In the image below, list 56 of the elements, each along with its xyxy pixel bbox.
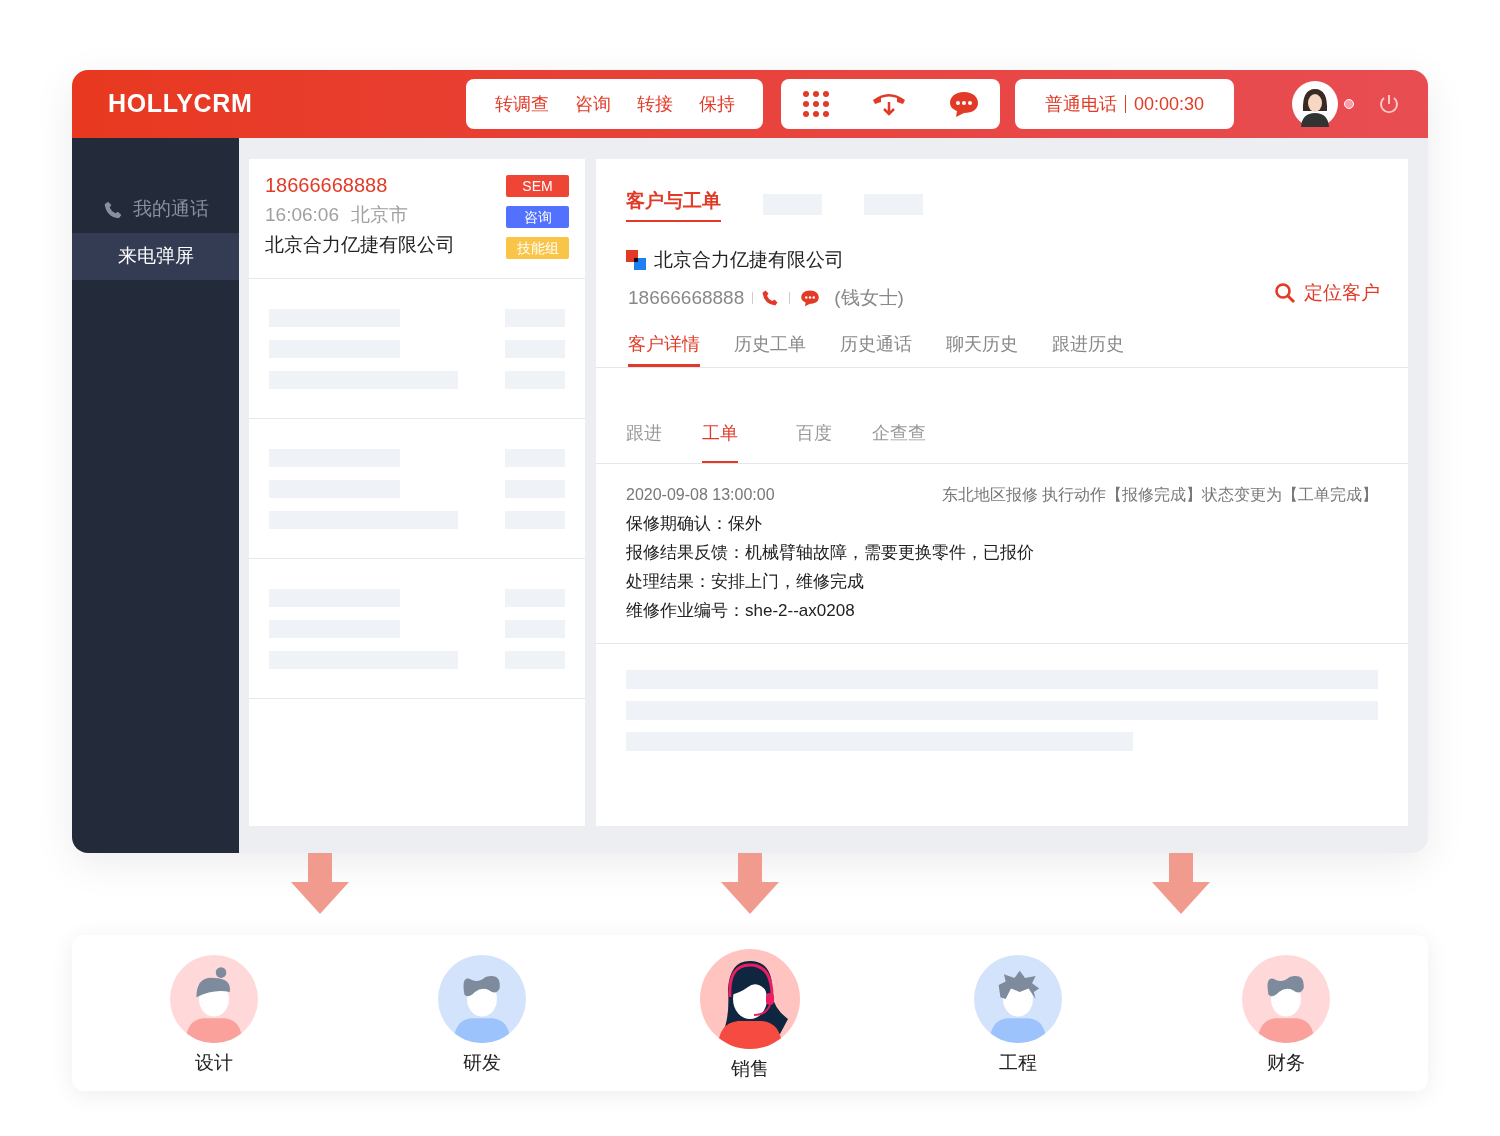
sidebar-item[interactable]: 来电弹屏 <box>72 233 239 280</box>
department-label: 研发 <box>463 1051 501 1075</box>
company-name: 北京合力亿捷有限公司 <box>265 233 455 257</box>
chat-bubble-icon[interactable] <box>800 289 821 308</box>
sub-tab[interactable]: 工单 <box>702 419 738 463</box>
avatar-icon[interactable] <box>1292 81 1338 127</box>
call-card[interactable]: 18666668888 16:06:06 北京市 北京合力亿捷有限公司 SEM 咨询 技能组 <box>249 159 585 279</box>
sidebar-label: 来电弹屏 <box>117 244 194 269</box>
call-action-button[interactable]: 转接 <box>636 90 673 118</box>
call-action-button[interactable]: 保持 <box>698 90 735 118</box>
city: 北京市 <box>350 203 408 227</box>
chat-bubble-icon[interactable] <box>947 90 980 118</box>
call-timer: 00:00:30 <box>1133 92 1205 116</box>
detail-tab[interactable]: 历史工单 <box>734 330 806 367</box>
sub-tab[interactable]: 企查查 <box>872 419 926 463</box>
phone-number: 18666668888 <box>265 173 389 197</box>
department-label: 财务 <box>1267 1051 1305 1075</box>
search-icon <box>1274 282 1296 305</box>
down-arrow-icon <box>721 853 779 914</box>
record-event: 东北地区报修 执行动作【报修完成】状态变更为【工单完成】 <box>941 484 1378 505</box>
down-arrow-icon <box>291 853 349 914</box>
detail-tab[interactable]: 聊天历史 <box>946 330 1018 367</box>
dialpad-icon[interactable] <box>801 90 830 118</box>
call-action-button[interactable]: 转调查 <box>494 90 549 118</box>
tag: 咨询 <box>506 206 569 228</box>
panel-tab[interactable]: 客户与工单 <box>626 187 721 222</box>
department-label: 设计 <box>195 1051 233 1075</box>
sidebar-item[interactable]: 我的通话 <box>72 186 239 233</box>
sub-tab[interactable]: 百度 <box>796 419 832 463</box>
call-type: 普通电话 <box>1044 92 1117 116</box>
phone-icon <box>102 199 123 220</box>
logo: HOLLYCRM <box>108 88 254 120</box>
down-arrow-icon <box>1152 853 1210 914</box>
department-label: 销售 <box>731 1057 769 1081</box>
power-icon[interactable] <box>1378 93 1400 115</box>
tag: 技能组 <box>506 237 569 259</box>
record-line: 保修期确认：保外 <box>626 512 763 534</box>
sidebar-label: 我的通话 <box>132 197 209 222</box>
record-line: 维修作业编号：she-2--ax0208 <box>626 599 856 621</box>
locate-customer-button[interactable]: 定位客户 <box>1274 279 1380 308</box>
company-logo-icon <box>626 249 646 270</box>
detail-tab[interactable]: 客户详情 <box>628 330 700 367</box>
record-datetime: 2020-09-08 13:00:00 <box>626 484 775 505</box>
customer-company: 北京合力亿捷有限公司 <box>654 247 844 272</box>
customer-phone: 18666668888 <box>628 286 745 310</box>
record-line: 处理结果：安排上门，维修完成 <box>626 570 865 592</box>
contact-name: (钱女士) <box>834 286 904 310</box>
sub-tab[interactable]: 跟进 <box>626 419 662 463</box>
call-time: 16:06:06 <box>265 203 339 227</box>
department-label: 工程 <box>999 1051 1037 1075</box>
record-line: 报修结果反馈：机械臂轴故障，需要更换零件，已报价 <box>626 541 1035 563</box>
phone-icon[interactable] <box>761 289 780 308</box>
detail-tab[interactable]: 历史通话 <box>840 330 912 367</box>
detail-tab[interactable]: 跟进历史 <box>1052 330 1124 367</box>
call-action-button[interactable]: 咨询 <box>574 90 611 118</box>
tag: SEM <box>506 175 569 197</box>
